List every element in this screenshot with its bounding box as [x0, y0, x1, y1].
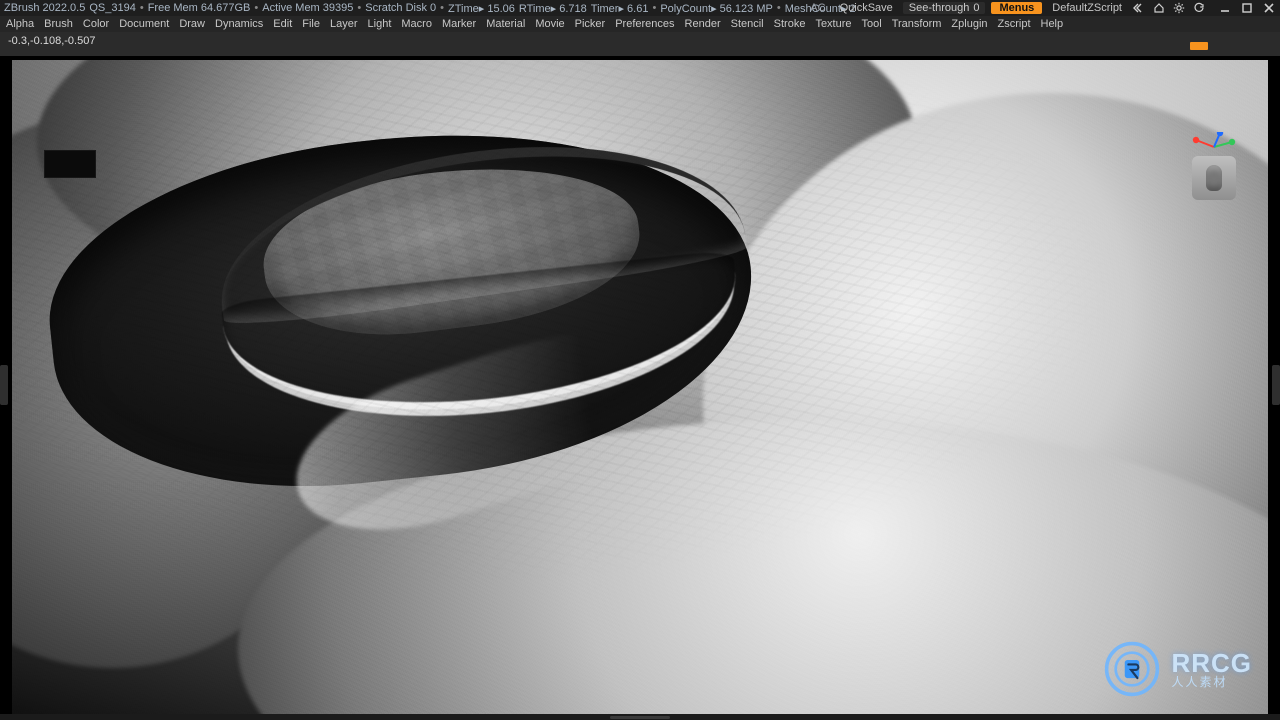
menu-marker[interactable]: Marker	[442, 18, 476, 30]
quicksave-button[interactable]: QuickSave	[836, 2, 897, 14]
default-zscript-button[interactable]: DefaultZScript	[1048, 2, 1126, 14]
scratch-disk: Scratch Disk 0	[365, 2, 436, 14]
separator-dot: •	[440, 2, 444, 14]
rtime: RTime▸ 6.718	[519, 2, 587, 15]
refresh-icon[interactable]	[1192, 1, 1206, 15]
see-through-value: 0	[973, 2, 979, 14]
left-tray-handle[interactable]	[0, 365, 8, 405]
nav-thumbnail[interactable]	[1182, 132, 1244, 204]
right-tray-handle[interactable]	[1272, 365, 1280, 405]
title-right: AC QuickSave See-through 0 Menus Default…	[806, 1, 1276, 15]
timer: Timer▸ 6.61	[591, 2, 649, 15]
active-mem: Active Mem 39395	[262, 2, 353, 14]
menu-dynamics[interactable]: Dynamics	[215, 18, 263, 30]
see-through-label: See-through	[909, 2, 970, 14]
ztime: ZTime▸ 15.06	[448, 2, 515, 15]
menu-material[interactable]: Material	[486, 18, 525, 30]
menu-transform[interactable]: Transform	[892, 18, 942, 30]
separator-dot: •	[254, 2, 258, 14]
menu-stencil[interactable]: Stencil	[731, 18, 764, 30]
menu-movie[interactable]: Movie	[535, 18, 564, 30]
see-through-toggle[interactable]: See-through 0	[903, 2, 986, 14]
cursor-coordinates: -0.3,-0.108,-0.507	[8, 35, 95, 47]
menu-edit[interactable]: Edit	[273, 18, 292, 30]
menu-picker[interactable]: Picker	[575, 18, 606, 30]
gear-icon[interactable]	[1172, 1, 1186, 15]
menu-help[interactable]: Help	[1041, 18, 1064, 30]
menu-stroke[interactable]: Stroke	[774, 18, 806, 30]
menu-file[interactable]: File	[302, 18, 320, 30]
home-icon[interactable]	[1152, 1, 1166, 15]
close-button[interactable]	[1262, 1, 1276, 15]
collapse-left-icon[interactable]	[1132, 1, 1146, 15]
menu-texture[interactable]: Texture	[815, 18, 851, 30]
free-mem: Free Mem 64.677GB	[148, 2, 251, 14]
menu-alpha[interactable]: Alpha	[6, 18, 34, 30]
polycount: PolyCount▸ 56.123 MP	[660, 2, 773, 15]
sculpt-mesh	[12, 60, 1268, 714]
separator-dot: •	[140, 2, 144, 14]
menu-light[interactable]: Light	[368, 18, 392, 30]
material-swatch[interactable]	[44, 150, 96, 178]
menu-render[interactable]: Render	[685, 18, 721, 30]
bottom-bar	[0, 714, 1280, 720]
menu-macro[interactable]: Macro	[401, 18, 432, 30]
menu-color[interactable]: Color	[83, 18, 109, 30]
menu-bar: Alpha Brush Color Document Draw Dynamics…	[0, 16, 1280, 32]
maximize-button[interactable]	[1240, 1, 1254, 15]
app-name: ZBrush 2022.0.5	[4, 2, 85, 14]
bottom-tray-handle[interactable]	[610, 716, 670, 719]
menu-tool[interactable]: Tool	[862, 18, 882, 30]
minimize-button[interactable]	[1218, 1, 1232, 15]
menu-zscript[interactable]: Zscript	[998, 18, 1031, 30]
top-shelf: -0.3,-0.108,-0.507	[0, 32, 1280, 56]
document-name: QS_3194	[89, 2, 135, 14]
window-controls	[1218, 1, 1276, 15]
shelf-indicator	[1190, 42, 1208, 50]
separator-dot: •	[652, 2, 656, 14]
menu-preferences[interactable]: Preferences	[615, 18, 674, 30]
viewport-canvas[interactable]: RRCG 人人素材	[12, 60, 1268, 714]
separator-dot: •	[357, 2, 361, 14]
ac-indicator: AC	[806, 2, 829, 14]
menu-document[interactable]: Document	[119, 18, 169, 30]
menu-draw[interactable]: Draw	[179, 18, 205, 30]
menus-button[interactable]: Menus	[991, 2, 1042, 14]
viewport-frame: RRCG 人人素材	[0, 56, 1280, 714]
separator-dot: •	[777, 2, 781, 14]
menu-zplugin[interactable]: Zplugin	[951, 18, 987, 30]
camera-thumbnail[interactable]	[1192, 156, 1236, 200]
title-bar: ZBrush 2022.0.5 QS_3194 • Free Mem 64.67…	[0, 0, 1280, 16]
menu-layer[interactable]: Layer	[330, 18, 358, 30]
title-left: ZBrush 2022.0.5 QS_3194 • Free Mem 64.67…	[4, 2, 802, 15]
menu-brush[interactable]: Brush	[44, 18, 73, 30]
